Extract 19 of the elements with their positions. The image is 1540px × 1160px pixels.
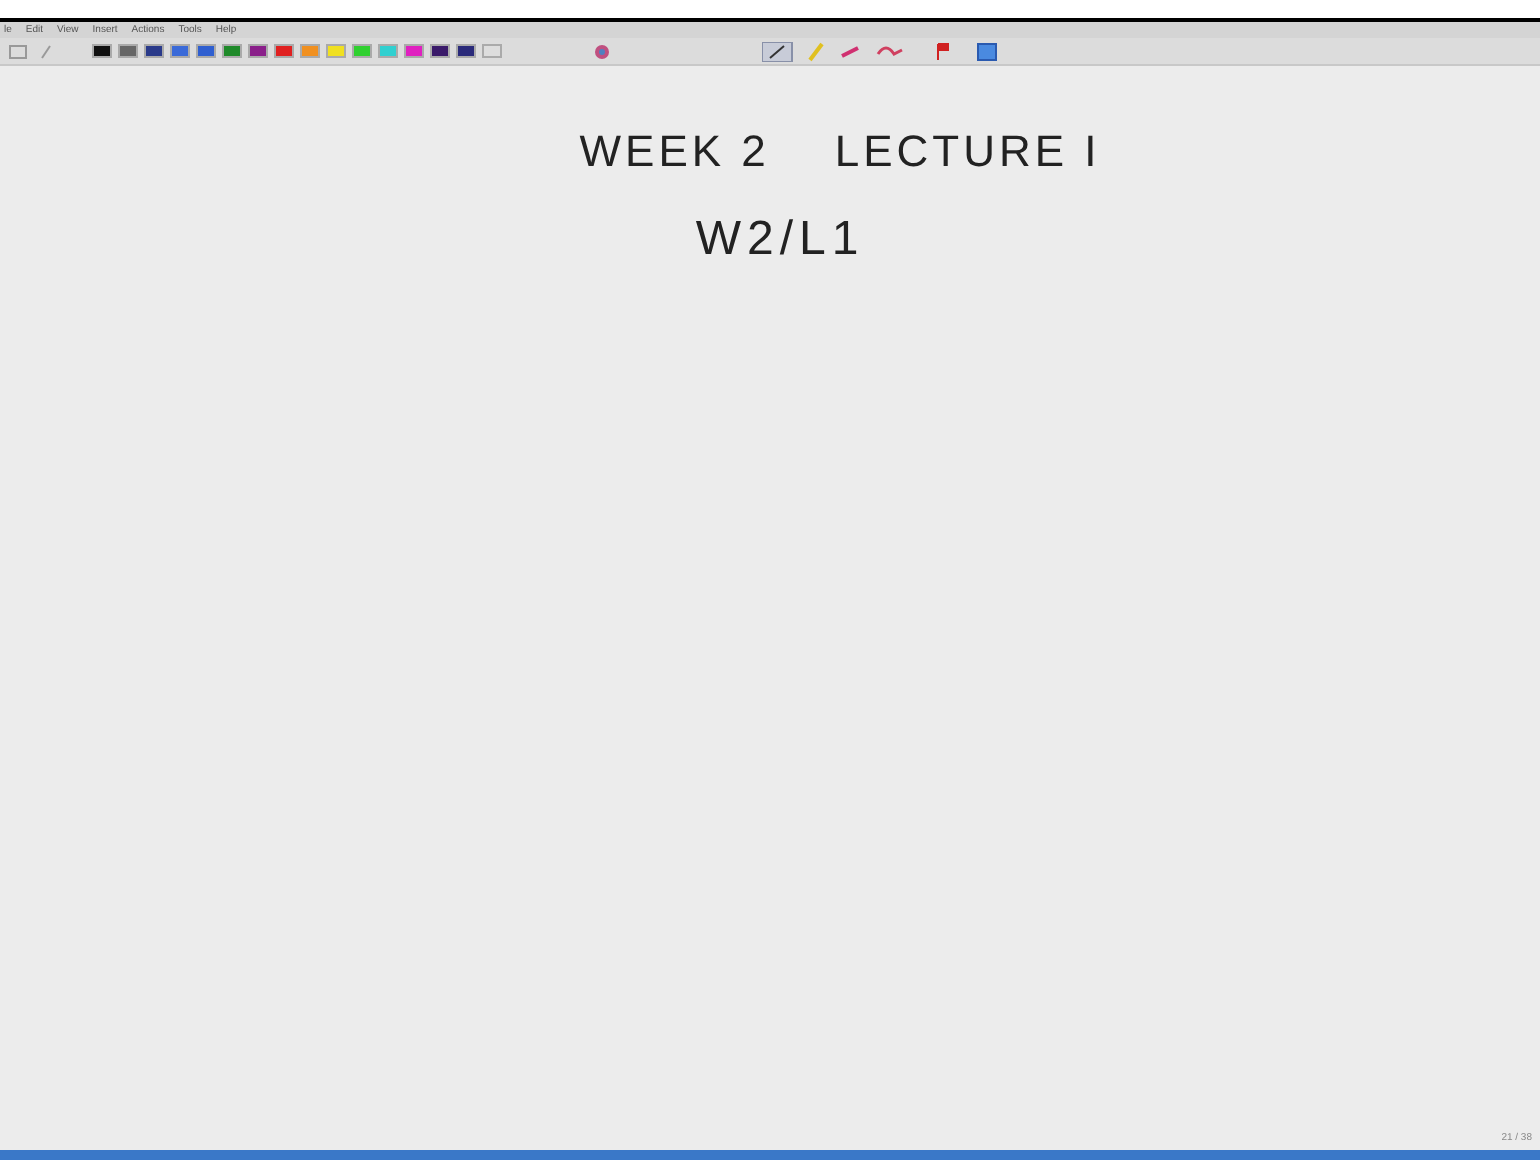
handwritten-subtitle: W2/L1 bbox=[695, 210, 865, 270]
color-swatch[interactable] bbox=[248, 44, 268, 58]
color-swatch[interactable] bbox=[300, 44, 320, 58]
color-wheel-icon[interactable] bbox=[594, 43, 610, 59]
color-swatch[interactable] bbox=[482, 44, 502, 58]
color-swatch[interactable] bbox=[170, 44, 190, 58]
color-swatch[interactable] bbox=[92, 44, 112, 58]
color-swatch[interactable] bbox=[274, 44, 294, 58]
handwritten-title: WEEK 2 LECTURE I bbox=[579, 124, 1101, 180]
color-swatch[interactable] bbox=[352, 44, 372, 58]
color-swatch[interactable] bbox=[144, 44, 164, 58]
color-swatch[interactable] bbox=[118, 44, 138, 58]
color-swatch[interactable] bbox=[456, 44, 476, 58]
color-swatch[interactable] bbox=[430, 44, 450, 58]
color-swatch[interactable] bbox=[404, 44, 424, 58]
color-swatch[interactable] bbox=[378, 44, 398, 58]
color-swatch[interactable] bbox=[326, 44, 346, 58]
color-swatch[interactable] bbox=[196, 44, 216, 58]
color-swatch[interactable] bbox=[222, 44, 242, 58]
